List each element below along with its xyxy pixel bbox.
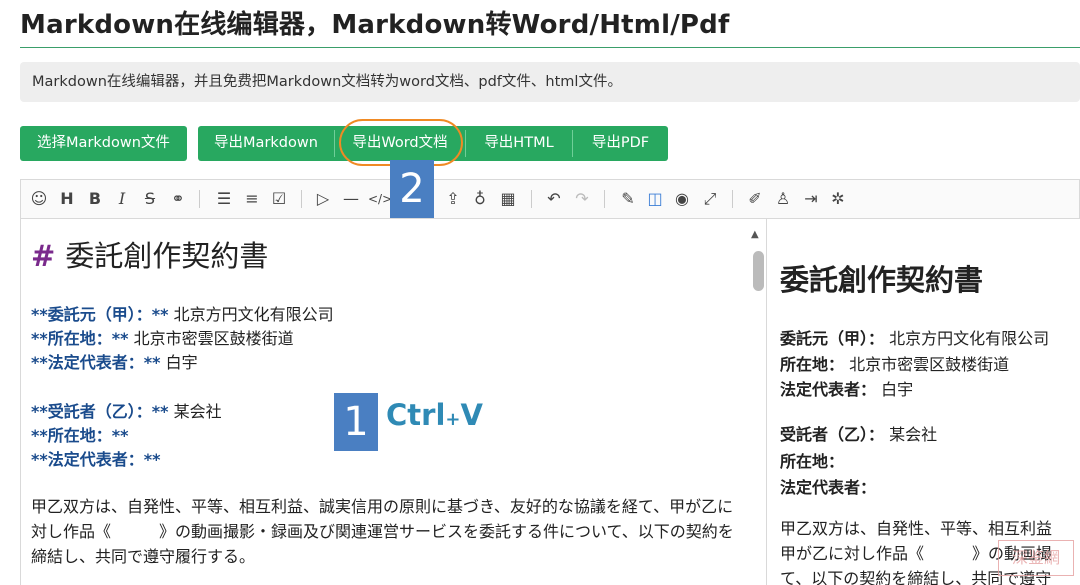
emoji-icon[interactable]: ☺ [28,188,50,210]
editor-line: **法定代表者：** 白宇 [31,353,198,372]
heading-icon[interactable]: H [56,188,78,210]
export-icon[interactable]: ⇥ [800,188,822,210]
code-icon[interactable]: </> [368,188,392,210]
export-pdf-button[interactable]: 导出PDF [573,126,668,161]
quote-icon[interactable]: ▷ [312,188,334,210]
redo-icon[interactable]: ↷ [571,188,593,210]
editor-area: # 委託創作契約書 **委託元（甲）：** 北京方円文化有限公司 **所在地：**… [20,219,1080,585]
split-mode-icon[interactable]: ◫ [644,188,666,210]
editor-line: **所在地：** [31,426,129,445]
preview-paragraph-line: 甲乙双方は、自発性、平等、相互利益 [780,519,1053,538]
editor-line: **法定代表者：** [31,450,161,469]
toolbar-divider [531,190,532,208]
scroll-up-icon[interactable]: ▲ [751,229,759,240]
editor-scrollbar[interactable] [753,251,764,291]
debug-icon[interactable]: ✲ [827,188,849,210]
description-banner: Markdown在线编辑器，并且免费把Markdown文档转为word文档、pd… [20,62,1080,102]
table-icon[interactable]: ▦ [497,188,519,210]
preview-icon[interactable]: ◉ [671,188,693,210]
preview-heading: 委託創作契約書 [780,263,984,297]
shortcut-label: Ctrl+V [386,398,483,432]
export-markdown-button[interactable]: 导出Markdown [198,126,334,161]
step-badge-1: 1 [334,393,378,451]
upload-icon[interactable]: ⇪ [442,188,464,210]
toolbar-divider [199,190,200,208]
editor-heading: # 委託創作契約書 [31,239,269,273]
toolbar-divider [604,190,605,208]
editor-paragraph: 甲乙双方は、自発性、平等、相互利益、誠実信用の原則に基づき、友好的な協議を経て、… [31,497,734,566]
title-divider [20,47,1080,48]
strikethrough-icon[interactable]: S [139,188,161,210]
preview-line: 法定代表者： [780,478,877,497]
editor-toolbar: ☺ H B I S ⚭ ☰ ≡ ☑ ▷ — </> ⇪ ♁ ▦ ↶ ↷ ✎ ◫ … [20,179,1080,219]
markdown-preview: 委託創作契約書 委託元（甲）： 北京方円文化有限公司 所在地： 北京市密雲区鼓楼… [767,219,1080,585]
editor-line: **所在地：** 北京市密雲区鼓楼街道 [31,329,294,348]
bold-icon[interactable]: B [84,188,106,210]
editor-line: **委託元（甲）：** 北京方円文化有限公司 [31,305,334,324]
horizontal-rule-icon[interactable]: — [340,188,362,210]
record-icon[interactable]: ♁ [469,188,491,210]
preview-line: 所在地： [780,452,845,471]
checklist-icon[interactable]: ☑ [268,188,290,210]
unordered-list-icon[interactable]: ☰ [213,188,235,210]
undo-icon[interactable]: ↶ [543,188,565,210]
fullscreen-icon[interactable]: ⤢ [699,188,721,210]
watermark-stamp: 深鉴網 [998,540,1074,576]
edit-mode-icon[interactable]: ✎ [617,188,639,210]
editor-line: **受託者（乙）：** 某会社 [31,402,222,421]
step-badge-2: 2 [390,160,434,218]
link-icon[interactable]: ⚭ [167,188,189,210]
preview-line: 所在地： 北京市密雲区鼓楼街道 [780,355,1010,374]
preview-line: 法定代表者： 白宇 [780,380,914,399]
preview-line: 受託者（乙）： 某会社 [780,425,938,444]
ordered-list-icon[interactable]: ≡ [241,188,263,210]
theme-icon[interactable]: ♙ [772,188,794,210]
export-html-button[interactable]: 导出HTML [466,126,572,161]
export-word-button[interactable]: 导出Word文档 [335,126,465,161]
toolbar-divider [732,190,733,208]
choose-markdown-file-button[interactable]: 选择Markdown文件 [20,126,187,161]
toolbar-divider [301,190,302,208]
page-title: Markdown在线编辑器，Markdown转Word/Html/Pdf [20,10,730,40]
italic-icon[interactable]: I [111,188,133,210]
export-button-group: 导出Markdown 导出Word文档 导出HTML 导出PDF [198,126,668,161]
format-icon[interactable]: ✐ [744,188,766,210]
preview-line: 委託元（甲）： 北京方円文化有限公司 [780,329,1050,348]
